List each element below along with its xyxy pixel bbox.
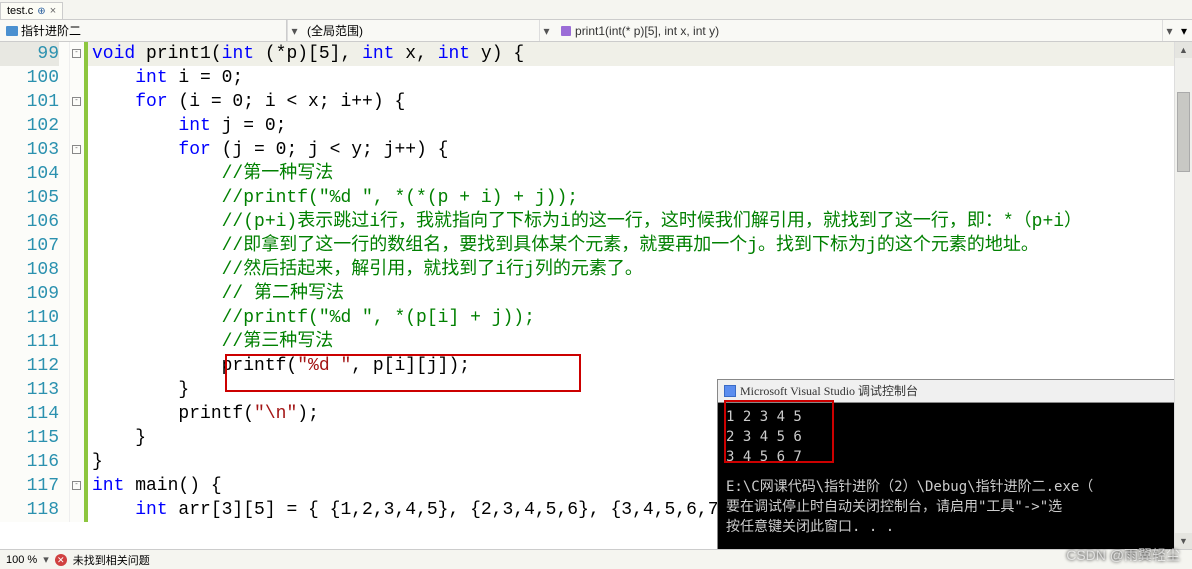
- code-line[interactable]: void print1(int (*p)[5], int x, int y) {: [88, 42, 1192, 66]
- scroll-thumb[interactable]: [1177, 92, 1190, 172]
- zoom-level[interactable]: 100 %: [6, 554, 37, 566]
- exit-path: E:\C网课代码\指针进阶（2）\Debug\指针进阶二.exe（: [726, 477, 1183, 497]
- function-label: print1(int(* p)[5], int x, int y): [575, 24, 719, 38]
- debug-console: Microsoft Visual Studio 调试控制台 1 2 3 4 5 …: [717, 379, 1192, 554]
- line-number: 114: [0, 402, 59, 426]
- line-number: 105: [0, 186, 59, 210]
- code-line[interactable]: //然后括起来，解引用，就找到了i行j列的元素了。: [88, 258, 1192, 282]
- code-line[interactable]: //即拿到了这一行的数组名，要找到具体某个元素，就要再加一个j。找到下标为j的这…: [88, 234, 1192, 258]
- console-icon: [724, 385, 736, 397]
- line-number: 110: [0, 306, 59, 330]
- code-line[interactable]: int i = 0;: [88, 66, 1192, 90]
- line-number: 108: [0, 258, 59, 282]
- line-number: 112: [0, 354, 59, 378]
- scope-selector[interactable]: 指针进阶二: [0, 20, 87, 41]
- status-error: 未找到相关问题: [73, 552, 150, 568]
- code-line[interactable]: //第一种写法: [88, 162, 1192, 186]
- scope-icon: [6, 26, 18, 36]
- line-number: 113: [0, 378, 59, 402]
- file-tab[interactable]: test.c ⊕ ×: [0, 2, 63, 19]
- console-title-text: Microsoft Visual Studio 调试控制台: [740, 381, 918, 401]
- func-dropdown-icon[interactable]: ▾: [1162, 20, 1176, 41]
- line-number: 101: [0, 90, 59, 114]
- fold-toggle[interactable]: -: [72, 49, 81, 58]
- console-output[interactable]: 1 2 3 4 5 2 3 4 5 6 3 4 5 6 7 E:\C网课代码\指…: [718, 403, 1191, 553]
- line-number: 111: [0, 330, 59, 354]
- line-number: 99: [0, 42, 59, 66]
- global-scope[interactable]: (全局范围): [301, 20, 369, 41]
- global-dropdown-icon[interactable]: ▾: [539, 20, 553, 41]
- code-line[interactable]: for (i = 0; i < x; i++) {: [88, 90, 1192, 114]
- global-label: (全局范围): [307, 22, 363, 39]
- fold-toggle[interactable]: -: [72, 481, 81, 490]
- line-number: 109: [0, 282, 59, 306]
- code-line[interactable]: //(p+i)表示跳过i行，我就指向了下标为i的这一行，这时候我们解引用，就找到…: [88, 210, 1192, 234]
- function-icon: [561, 26, 571, 36]
- exit-hint: 要在调试停止时自动关闭控制台，请启用"工具"->"选: [726, 497, 1183, 517]
- scope-label: 指针进阶二: [21, 22, 81, 39]
- scroll-up-icon[interactable]: ▲: [1175, 42, 1192, 58]
- error-icon[interactable]: ✕: [55, 554, 67, 566]
- fold-toggle[interactable]: -: [72, 97, 81, 106]
- watermark: CSDN @雨翼轻尘: [1066, 545, 1180, 565]
- annotation-box-code: [225, 354, 581, 392]
- scope-dropdown-icon[interactable]: ▾: [287, 20, 301, 41]
- code-line[interactable]: //printf("%d ", *(*(p + i) + j));: [88, 186, 1192, 210]
- line-number: 104: [0, 162, 59, 186]
- fold-toggle[interactable]: -: [72, 145, 81, 154]
- line-number: 100: [0, 66, 59, 90]
- tab-filename: test.c: [7, 5, 33, 17]
- code-line[interactable]: // 第二种写法: [88, 282, 1192, 306]
- line-gutter: 9910010110210310410510610710810911011111…: [0, 42, 70, 522]
- line-number: 117: [0, 474, 59, 498]
- code-line[interactable]: //printf("%d ", *(p[i] + j));: [88, 306, 1192, 330]
- annotation-box-output: [724, 400, 834, 463]
- line-number: 115: [0, 426, 59, 450]
- fold-column[interactable]: - - - -: [70, 42, 84, 522]
- vertical-scrollbar[interactable]: ▲ ▼: [1174, 42, 1192, 549]
- split-icon[interactable]: ▾: [1176, 24, 1192, 38]
- line-number: 106: [0, 210, 59, 234]
- code-line[interactable]: int j = 0;: [88, 114, 1192, 138]
- line-number: 102: [0, 114, 59, 138]
- line-number: 118: [0, 498, 59, 522]
- function-selector[interactable]: print1(int(* p)[5], int x, int y): [553, 24, 1162, 38]
- press-key: 按任意键关闭此窗口. . .: [726, 517, 1183, 537]
- line-number: 103: [0, 138, 59, 162]
- close-icon[interactable]: ×: [50, 5, 56, 17]
- code-line[interactable]: //第三种写法: [88, 330, 1192, 354]
- code-line[interactable]: for (j = 0; j < y; j++) {: [88, 138, 1192, 162]
- line-number: 116: [0, 450, 59, 474]
- pin-icon[interactable]: ⊕: [37, 6, 45, 17]
- line-number: 107: [0, 234, 59, 258]
